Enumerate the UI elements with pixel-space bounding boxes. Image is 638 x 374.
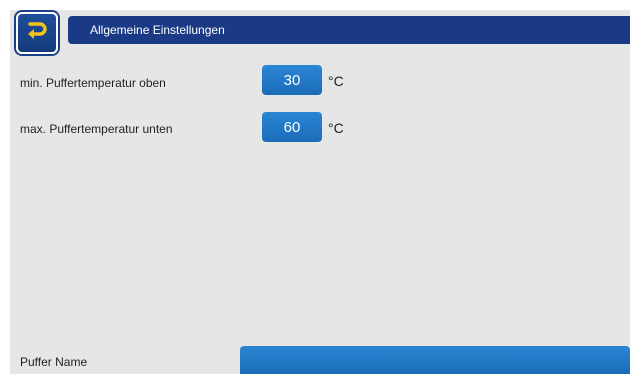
title-bar: Allgemeine Einstellungen: [68, 16, 630, 44]
min-temp-unit: °C: [328, 73, 344, 89]
puffer-name-label: Puffer Name: [20, 355, 88, 369]
min-temp-value[interactable]: 30: [262, 65, 322, 95]
max-temp-unit: °C: [328, 120, 344, 136]
settings-screen: Allgemeine Einstellungen min. Puffertemp…: [10, 10, 630, 374]
max-temp-label: max. Puffertemperatur unten: [20, 122, 173, 136]
page-title: Allgemeine Einstellungen: [90, 23, 225, 37]
puffer-name-input[interactable]: [240, 346, 630, 374]
return-arrow-icon: [24, 18, 50, 49]
max-temp-value[interactable]: 60: [262, 112, 322, 142]
back-button[interactable]: [16, 12, 58, 54]
min-temp-label: min. Puffertemperatur oben: [20, 76, 166, 90]
